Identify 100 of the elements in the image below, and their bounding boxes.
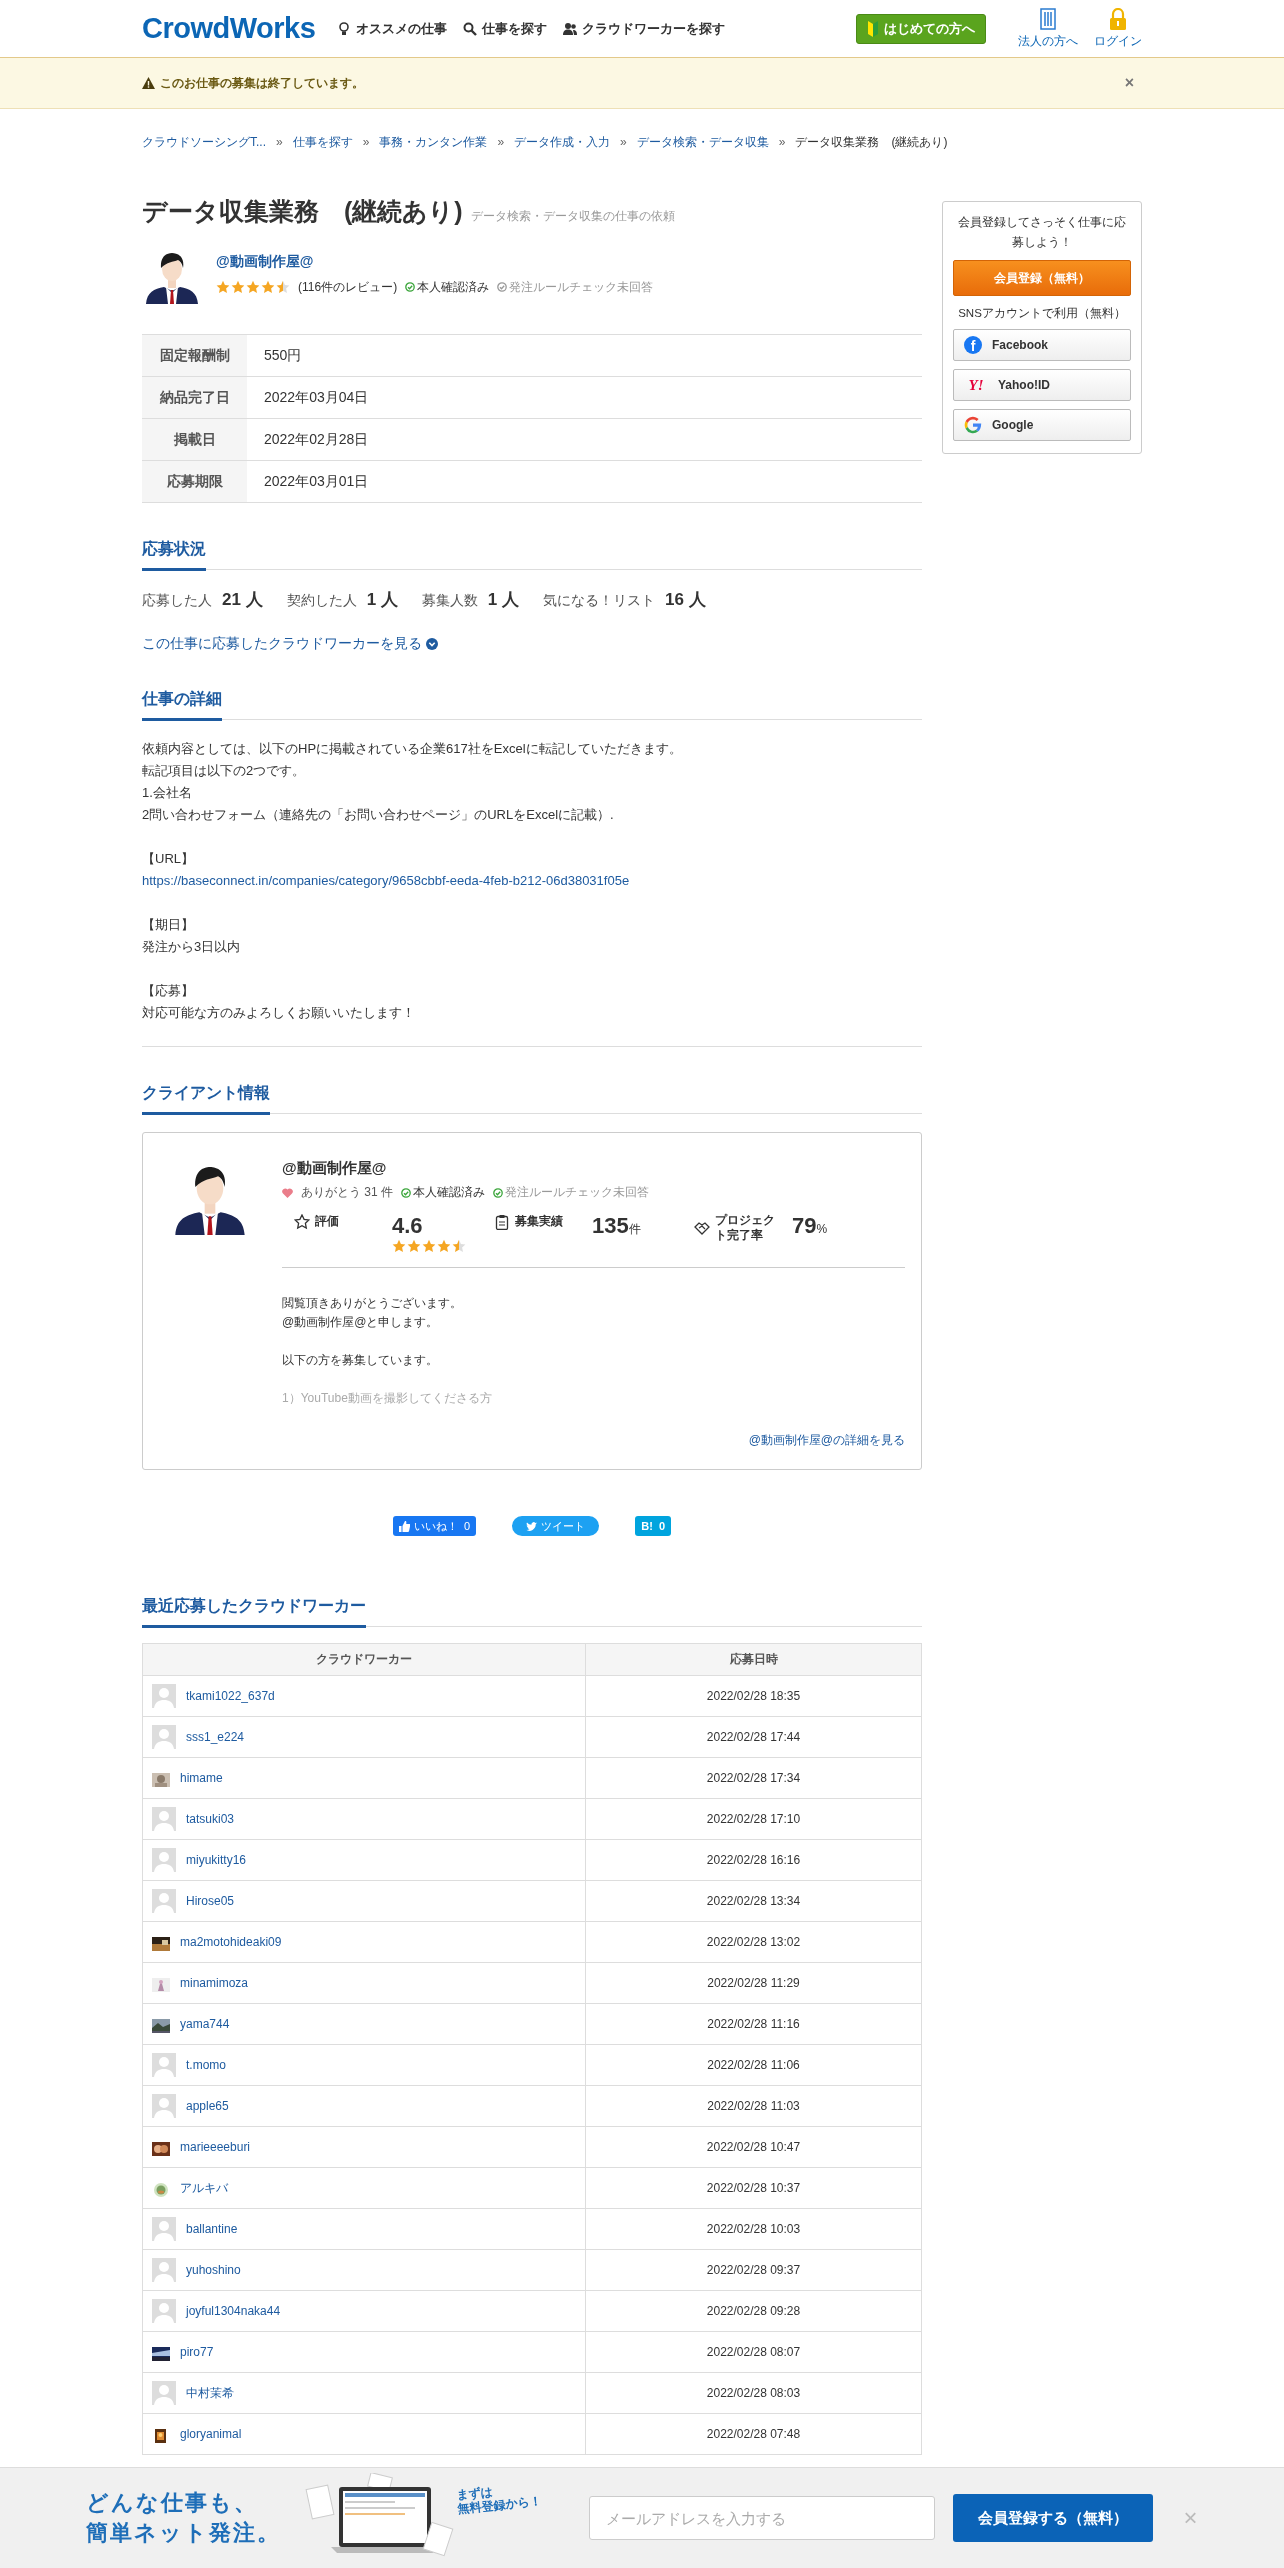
- breadcrumb-current: データ収集業務 (継続あり): [795, 133, 948, 151]
- detail-text: 依頼内容としては、以下のHPに掲載されている企業617社をExcelに転記していただきます。: [142, 740, 683, 758]
- worker-link[interactable]: piro77: [180, 2345, 214, 2359]
- worker-link[interactable]: t.momo: [186, 2058, 226, 2072]
- check-icon: [497, 282, 508, 292]
- sns-login-button[interactable]: Google: [953, 409, 1131, 441]
- worker-link[interactable]: 中村茉希: [186, 2384, 234, 2402]
- breadcrumb-separator: »: [778, 135, 786, 149]
- sns-label: SNSアカウントで利用（無料）: [957, 306, 1127, 321]
- worker-link[interactable]: tatsuki03: [186, 1812, 235, 1826]
- detail-text: 転記項目は以下の2つです。: [142, 762, 307, 780]
- signup-button[interactable]: 会員登録する（無料）: [953, 2494, 1154, 2542]
- stat-value: 135: [592, 1213, 629, 1238]
- stat-value: 21 人: [222, 589, 263, 611]
- worker-link[interactable]: yuhoshino: [186, 2263, 241, 2277]
- star-icon: [231, 280, 245, 294]
- signup-message: 会員登録してさっそく仕事に応募しよう！: [957, 214, 1127, 251]
- clipboard-icon: [494, 1213, 510, 1230]
- table-label: 掲載日: [142, 418, 247, 461]
- table-cell: 2022/02/28 09:37: [585, 2249, 922, 2291]
- avatar-icon: [152, 2258, 176, 2282]
- facebook-logo: f: [964, 336, 982, 354]
- worker-link[interactable]: tkami1022_637d: [186, 1689, 275, 1703]
- avatar-icon: [152, 1848, 176, 1872]
- worker-link[interactable]: marieeeeburi: [180, 2140, 251, 2154]
- verification-label: 発注ルールチェック未回答: [493, 1184, 649, 1201]
- worker-link[interactable]: joyful1304naka44: [186, 2304, 281, 2318]
- email-field[interactable]: メールアドレスを入力する: [589, 2496, 936, 2540]
- worker-link[interactable]: yama744: [180, 2017, 230, 2031]
- breadcrumb-separator: »: [497, 135, 505, 149]
- sns-login-button[interactable]: Y! Yahoo!ID: [953, 369, 1131, 401]
- worker-link[interactable]: minamimoza: [180, 1976, 248, 1990]
- intro-text: 以下の方を募集しています。: [282, 1352, 439, 1369]
- breadcrumb-separator: »: [620, 135, 627, 149]
- worker-link[interactable]: himame: [180, 1771, 223, 1785]
- avatar-icon: [152, 2381, 176, 2405]
- table-cell: 2022/02/28 16:16: [585, 1839, 922, 1881]
- detail-text: 1.会社名: [142, 784, 193, 802]
- yahoo-logo: Y!: [967, 376, 985, 394]
- verification-label: 本人確認済み: [405, 278, 490, 296]
- sns-login-button[interactable]: f Facebook: [953, 329, 1131, 361]
- breadcrumb-link[interactable]: クラウドソーシングT...: [142, 133, 266, 151]
- worker-link[interactable]: sss1_e224: [186, 1730, 245, 1744]
- applicants-link[interactable]: この仕事に応募したクラウドワーカーを見る: [142, 635, 922, 653]
- breadcrumb-link[interactable]: 仕事を探す: [292, 133, 353, 151]
- table-value: 550円: [247, 334, 922, 377]
- alert-message: このお仕事の募集は終了しています。: [160, 74, 364, 92]
- intro-text: 1）YouTube動画を撮影してくださる方: [282, 1390, 493, 1407]
- table-cell: 2022/02/28 10:47: [585, 2126, 922, 2168]
- url-link[interactable]: https://baseconnect.in/companies/category/9658cbbf-eeda-4feb-b212-06d38031f05e: [142, 870, 922, 892]
- banner-headline: どんな仕事も、 簡単ネット発注。: [86, 2489, 282, 2547]
- column-header: クラウドワーカー: [142, 1643, 586, 1676]
- thanks-count: ありがとう 31 件: [301, 1184, 393, 1201]
- breadcrumb-link[interactable]: データ作成・入力: [514, 133, 611, 151]
- bird-icon: [526, 1520, 538, 1532]
- avatar-icon: [152, 2053, 176, 2077]
- nav-link[interactable]: クラウドワーカーを探す: [563, 19, 726, 38]
- lightbulb-icon: [337, 21, 352, 36]
- breadcrumb-link[interactable]: データ検索・データ収集: [636, 133, 769, 151]
- table-cell: 2022/02/28 11:29: [585, 1962, 922, 2004]
- star-icon: [392, 1239, 406, 1253]
- worker-link[interactable]: Hirose05: [186, 1894, 235, 1908]
- client-details-link[interactable]: @動画制作屋@の詳細を見る: [282, 1432, 905, 1449]
- google-logo: [964, 416, 982, 434]
- header-link[interactable]: ログイン: [1094, 7, 1142, 50]
- table-label: 応募期限: [142, 460, 247, 503]
- logo[interactable]: CrowdWorks: [142, 12, 316, 45]
- detail-text: 【応募】: [142, 982, 195, 1000]
- stat-label: 募集実績: [515, 1213, 563, 1230]
- thumbs-up-icon: [398, 1520, 410, 1532]
- close-button[interactable]: ×: [1124, 74, 1134, 92]
- worker-link[interactable]: アルキバ: [180, 2179, 228, 2197]
- worker-link[interactable]: gloryanimal: [180, 2427, 242, 2441]
- table-cell: 2022/02/28 10:37: [585, 2167, 922, 2209]
- detail-text: 発注から3日以内: [142, 938, 242, 956]
- nav-link[interactable]: オススメの仕事: [337, 19, 448, 38]
- table-value: 2022年02月28日: [247, 418, 922, 461]
- worker-link[interactable]: miyukitty16: [186, 1853, 247, 1867]
- header-link[interactable]: 法人の方へ: [1018, 7, 1078, 50]
- verification-label: 本人確認済み: [401, 1184, 485, 1201]
- star-outline-icon: [294, 1213, 310, 1230]
- star-icon: [276, 280, 290, 294]
- stat-label: 契約した人: [286, 592, 357, 610]
- worker-link[interactable]: ballantine: [186, 2222, 238, 2236]
- table-cell: 2022/02/28 18:35: [585, 1675, 922, 1717]
- detail-text: 2問い合わせフォーム（連絡先の「お問い合わせページ」のURLをExcelに記載）.: [142, 806, 615, 824]
- worker-link[interactable]: ma2motohideaki09: [180, 1935, 282, 1949]
- nav-link[interactable]: 仕事を探す: [463, 19, 548, 38]
- share-button[interactable]: いいね！ 0: [392, 1516, 477, 1536]
- check-icon: [401, 1187, 411, 1198]
- worker-link[interactable]: apple65: [186, 2099, 229, 2113]
- people-icon: [563, 21, 578, 36]
- job-title: データ収集業務 (継続あり): [142, 196, 463, 227]
- table-label: 固定報酬制: [142, 334, 247, 377]
- breadcrumb-link[interactable]: 事務・カンタン作業: [379, 133, 488, 151]
- client-name-link[interactable]: @動画制作屋@: [216, 252, 314, 269]
- stat-value: 1 人: [366, 589, 398, 611]
- star-icon: [246, 280, 260, 294]
- building-icon: [1038, 7, 1058, 30]
- search-icon: [463, 21, 478, 36]
